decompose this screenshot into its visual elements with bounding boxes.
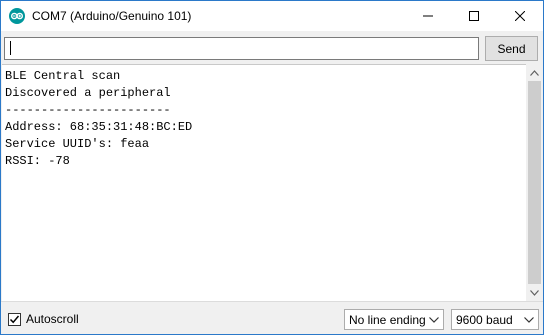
line-ending-value: No line ending <box>349 313 426 327</box>
status-bar: Autoscroll No line ending 9600 baud <box>1 301 543 334</box>
scroll-up-button[interactable] <box>526 64 543 81</box>
close-icon <box>515 11 525 21</box>
window-title: COM7 (Arduino/Genuino 101) <box>32 9 192 23</box>
maximize-icon <box>469 11 479 21</box>
text-caret <box>10 41 11 55</box>
chevron-down-icon <box>524 317 534 323</box>
send-input[interactable] <box>4 37 479 60</box>
checkmark-icon <box>9 315 20 324</box>
serial-output[interactable]: BLE Central scan Discovered a peripheral… <box>2 64 526 301</box>
scroll-down-button[interactable] <box>526 284 543 301</box>
output-line: RSSI: -78 <box>5 154 70 168</box>
arduino-icon <box>9 8 25 24</box>
autoscroll-checkbox[interactable] <box>8 313 21 326</box>
vertical-scrollbar[interactable] <box>526 64 543 301</box>
send-bar: Send <box>1 31 543 64</box>
line-ending-select[interactable]: No line ending <box>344 309 444 330</box>
output-line: Address: 68:35:31:48:BC:ED <box>5 120 193 134</box>
baud-rate-select[interactable]: 9600 baud <box>451 309 539 330</box>
maximize-button[interactable] <box>451 1 497 31</box>
output-line: ----------------------- <box>5 103 171 117</box>
chevron-down-icon <box>429 317 439 323</box>
baud-rate-value: 9600 baud <box>456 313 513 327</box>
minimize-icon <box>423 15 433 17</box>
output-lines: BLE Central scan Discovered a peripheral… <box>5 68 192 170</box>
scroll-thumb[interactable] <box>528 81 541 284</box>
serial-monitor-window: COM7 (Arduino/Genuino 101) Send BLE Cent… <box>0 0 544 335</box>
close-button[interactable] <box>497 1 543 31</box>
autoscroll-label[interactable]: Autoscroll <box>26 312 79 326</box>
chevron-down-icon <box>530 289 539 296</box>
title-bar[interactable]: COM7 (Arduino/Genuino 101) <box>1 1 543 31</box>
output-line: Discovered a peripheral <box>5 86 171 100</box>
send-button[interactable]: Send <box>485 36 538 61</box>
minimize-button[interactable] <box>405 1 451 31</box>
chevron-up-icon <box>530 69 539 76</box>
output-line: BLE Central scan <box>5 69 121 83</box>
output-line: Service UUID's: feaa <box>5 137 150 151</box>
